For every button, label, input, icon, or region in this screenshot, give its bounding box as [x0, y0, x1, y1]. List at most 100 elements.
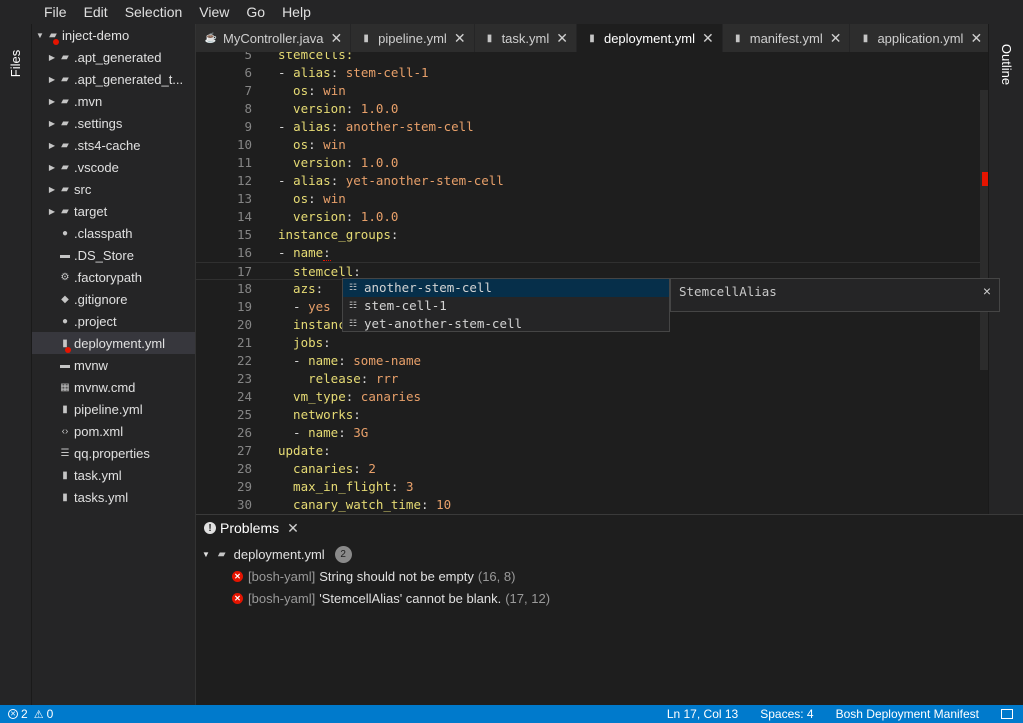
code-line[interactable]: 26 - name: 3G [196, 424, 988, 442]
code-line[interactable]: 14 version: 1.0.0 [196, 208, 988, 226]
code-line[interactable]: 15 instance_groups: [196, 226, 988, 244]
close-icon[interactable]: ✕ [830, 30, 842, 47]
feedback-icon[interactable] [1001, 709, 1013, 719]
tree-item-label: .gitignore [74, 291, 128, 307]
code-line[interactable]: 8 version: 1.0.0 [196, 100, 988, 118]
problems-file-group[interactable]: ▼ ▰ deployment.yml 2 [196, 543, 352, 565]
code-token: : [353, 407, 361, 422]
files-side-tab[interactable]: Files [0, 32, 32, 94]
code-line[interactable]: 13 os: win [196, 190, 988, 208]
value-icon: ☷ [348, 319, 358, 329]
menu-view[interactable]: View [199, 4, 229, 20]
tree-file[interactable]: ● .classpath [32, 222, 195, 244]
chevron-right-icon[interactable]: ▶ [46, 75, 58, 84]
tree-file[interactable]: ▬ mvnw [32, 354, 195, 376]
editor-tab[interactable]: ▮ application.yml ✕ [850, 24, 988, 52]
line-number: 17 [236, 264, 252, 279]
outline-side-tab[interactable]: Outline [989, 34, 1023, 94]
tree-folder[interactable]: ▶ ▰ target [32, 200, 195, 222]
code-line[interactable]: 21 jobs: [196, 334, 988, 352]
problem-row[interactable]: ✕ [bosh-yaml] 'StemcellAlias' cannot be … [232, 587, 550, 609]
code-line[interactable]: 7 os: win [196, 82, 988, 100]
tree-folder[interactable]: ▶ ▰ .sts4-cache [32, 134, 195, 156]
chevron-right-icon[interactable]: ▶ [46, 207, 58, 216]
code-line[interactable]: 28 canaries: 2 [196, 460, 988, 478]
tree-folder[interactable]: ▶ ▰ .apt_generated [32, 46, 195, 68]
tree-file[interactable]: ☰ qq.properties [32, 442, 195, 464]
tree-file[interactable]: ▮ tasks.yml [32, 486, 195, 508]
code-line[interactable]: 12 - alias: yet-another-stem-cell [196, 172, 988, 190]
tree-file[interactable]: ▮ task.yml [32, 464, 195, 486]
tree-folder[interactable]: ▶ ▰ .mvn [32, 90, 195, 112]
tree-file[interactable]: ◆ .gitignore [32, 288, 195, 310]
tree-folder[interactable]: ▶ ▰ src [32, 178, 195, 200]
status-problems-summary[interactable]: ✕ 2 ⚠ 0 [8, 705, 53, 723]
status-indentation[interactable]: Spaces: 4 [760, 707, 813, 721]
code-line[interactable]: 30 canary_watch_time: 10 [196, 496, 988, 514]
menu-selection[interactable]: Selection [125, 4, 183, 20]
chevron-right-icon[interactable]: ▶ [46, 53, 58, 62]
code-line[interactable]: 6 - alias: stem-cell-1 [196, 64, 988, 82]
code-line[interactable]: 23 release: rrr [196, 370, 988, 388]
editor-tab[interactable]: ▮ manifest.yml ✕ [722, 24, 851, 52]
chevron-right-icon[interactable]: ▶ [46, 163, 58, 172]
chevron-right-icon[interactable]: ▶ [46, 97, 58, 106]
code-line[interactable]: 16 - name: [196, 244, 988, 262]
line-number: 25 [236, 407, 252, 422]
chevron-down-icon[interactable]: ▼ [34, 31, 46, 40]
menu-edit[interactable]: Edit [84, 4, 108, 20]
code-line[interactable]: 27 update: [196, 442, 988, 460]
editor-tab[interactable]: ▮ pipeline.yml ✕ [351, 24, 475, 52]
suggest-item[interactable]: ☷ another-stem-cell [343, 279, 669, 297]
status-cursor-position[interactable]: Ln 17, Col 13 [667, 707, 738, 721]
code-token: : [330, 65, 346, 80]
suggest-item[interactable]: ☷ yet-another-stem-cell [343, 315, 669, 333]
chevron-right-icon[interactable]: ▶ [46, 185, 58, 194]
chevron-right-icon[interactable]: ▶ [46, 119, 58, 128]
close-icon[interactable]: ✕ [330, 30, 342, 47]
tree-file[interactable]: ⚙ .factorypath [32, 266, 195, 288]
close-icon[interactable]: ✕ [287, 520, 299, 537]
tree-folder[interactable]: ▶ ▰ .settings [32, 112, 195, 134]
code-line[interactable]: 29 max_in_flight: 3 [196, 478, 988, 496]
menu-go[interactable]: Go [246, 4, 265, 20]
error-badge-icon [53, 38, 59, 45]
code-token: : [323, 443, 331, 458]
chevron-right-icon[interactable]: ▶ [46, 141, 58, 150]
chevron-down-icon[interactable]: ▼ [202, 550, 210, 559]
close-icon[interactable]: ✕ [702, 30, 714, 47]
code-line[interactable]: 24 vm_type: canaries [196, 388, 988, 406]
problem-row[interactable]: ✕ [bosh-yaml] String should not be empty… [232, 565, 515, 587]
code-line[interactable]: 22 - name: some-name [196, 352, 988, 370]
menu-file[interactable]: File [44, 4, 67, 20]
code-line[interactable]: 5 stemcells: [196, 52, 988, 64]
tree-file[interactable]: ▦ mvnw.cmd [32, 376, 195, 398]
suggest-item[interactable]: ☷ stem-cell-1 [343, 297, 669, 315]
close-icon[interactable]: ✕ [454, 30, 466, 47]
file-explorer: ▼ ▰ inject-demo ▶ ▰ .apt_generated ▶ ▰ .apt_g… [32, 24, 196, 705]
code-line[interactable]: 25 networks: [196, 406, 988, 424]
code-line[interactable]: 10 os: win [196, 136, 988, 154]
editor-tab[interactable]: ☕ MyController.java ✕ [196, 24, 352, 52]
tree-file[interactable]: ▬ .DS_Store [32, 244, 195, 266]
tree-root[interactable]: ▼ ▰ inject-demo [32, 24, 195, 46]
code-line[interactable]: 9 - alias: another-stem-cell [196, 118, 988, 136]
menu-help[interactable]: Help [282, 4, 311, 20]
editor-tab[interactable]: ▮ task.yml ✕ [474, 24, 577, 52]
close-icon[interactable]: × [983, 283, 991, 299]
tree-folder[interactable]: ▶ ▰ .apt_generated_t... [32, 68, 195, 90]
editor-tab[interactable]: ▮ deployment.yml ✕ [576, 24, 723, 52]
code-token: alias [293, 173, 331, 188]
tab-problems[interactable]: Problems [220, 520, 279, 536]
close-icon[interactable]: ✕ [556, 30, 568, 47]
code-token: - [278, 353, 309, 368]
status-language-mode[interactable]: Bosh Deployment Manifest [836, 707, 979, 721]
tree-folder[interactable]: ▶ ▰ .vscode [32, 156, 195, 178]
line-number: 15 [236, 227, 252, 242]
tree-file[interactable]: ‹› pom.xml [32, 420, 195, 442]
close-icon[interactable]: ✕ [970, 30, 982, 47]
code-line[interactable]: 11 version: 1.0.0 [196, 154, 988, 172]
tree-file[interactable]: ▮ deployment.yml [32, 332, 195, 354]
tree-file[interactable]: ● .project [32, 310, 195, 332]
tree-file[interactable]: ▮ pipeline.yml [32, 398, 195, 420]
